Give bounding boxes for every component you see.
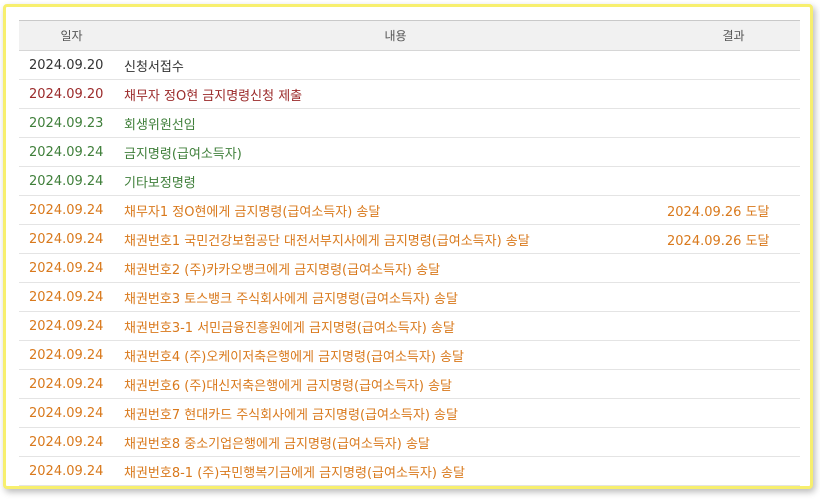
table-row: 2024.09.24 채무자1 정O현에게 금지명령(급여소득자) 송달 202… (19, 195, 800, 225)
row-content: 채권번호1 국민건강보험공단 대전서부지사에게 금지명령(급여소득자) 송달 (124, 224, 667, 254)
row-content: 채권번호3-1 서민금융진흥원에게 금지명령(급여소득자) 송달 (124, 311, 667, 341)
row-date: 2024.09.24 (19, 398, 124, 428)
row-content: 채권번호8-1 (주)국민행복기금에게 금지명령(급여소득자) 송달 (124, 456, 667, 486)
row-result (667, 456, 800, 486)
row-content: 채무자1 정O현에게 금지명령(급여소득자) 송달 (124, 195, 667, 225)
row-date: 2024.09.24 (19, 166, 124, 196)
table-row: 2024.09.20 신청서접수 (19, 50, 800, 80)
row-date: 2024.09.20 (19, 50, 124, 80)
row-date: 2024.09.24 (19, 195, 124, 225)
row-date: 2024.09.20 (19, 79, 124, 109)
row-content: 채권번호8 중소기업은행에게 금지명령(급여소득자) 송달 (124, 427, 667, 457)
table-row: 2024.09.24 채권번호8 중소기업은행에게 금지명령(급여소득자) 송달 (19, 427, 800, 457)
row-result (667, 369, 800, 399)
table-row: 2024.09.24 채권번호1 국민건강보험공단 대전서부지사에게 금지명령(… (19, 224, 800, 254)
case-progress-panel: 일자 내용 결과 2024.09.20 신청서접수 2024.09.20 채무자… (3, 4, 813, 489)
row-result (667, 282, 800, 312)
row-date: 2024.09.24 (19, 311, 124, 341)
table-row: 2024.09.24 채권번호8-1 (주)국민행복기금에게 금지명령(급여소득… (19, 456, 800, 486)
table-row: 2024.09.24 채권번호3 토스뱅크 주식회사에게 금지명령(급여소득자)… (19, 282, 800, 312)
row-date: 2024.09.24 (19, 456, 124, 486)
table-row: 2024.09.23 회생위원선임 (19, 108, 800, 138)
header-content: 내용 (124, 20, 667, 51)
table-row: 2024.09.24 채권번호7 현대카드 주식회사에게 금지명령(급여소득자)… (19, 398, 800, 428)
row-result (667, 398, 800, 428)
row-date: 2024.09.24 (19, 137, 124, 167)
row-content: 채권번호3 토스뱅크 주식회사에게 금지명령(급여소득자) 송달 (124, 282, 667, 312)
row-result (667, 50, 800, 80)
row-result: 2024.09.26 도달 (667, 195, 800, 225)
row-content: 금지명령(급여소득자) (124, 137, 667, 167)
row-result (667, 253, 800, 283)
row-result (667, 340, 800, 370)
row-content: 채권번호7 현대카드 주식회사에게 금지명령(급여소득자) 송달 (124, 398, 667, 428)
row-content: 채무자 정O현 금지명령신청 제출 (124, 79, 667, 109)
row-content: 신청서접수 (124, 50, 667, 80)
table-row: 2024.09.24 금지명령(급여소득자) (19, 137, 800, 167)
case-progress-table: 일자 내용 결과 2024.09.20 신청서접수 2024.09.20 채무자… (19, 20, 800, 486)
row-content: 채권번호2 (주)카카오뱅크에게 금지명령(급여소득자) 송달 (124, 253, 667, 283)
row-result (667, 79, 800, 109)
row-result (667, 166, 800, 196)
header-result: 결과 (667, 20, 800, 51)
table-row: 2024.09.24 채권번호4 (주)오케이저축은행에게 금지명령(급여소득자… (19, 340, 800, 370)
table-row: 2024.09.20 채무자 정O현 금지명령신청 제출 (19, 79, 800, 109)
row-result (667, 137, 800, 167)
row-date: 2024.09.24 (19, 427, 124, 457)
table-row: 2024.09.24 채권번호6 (주)대신저축은행에게 금지명령(급여소득자)… (19, 369, 800, 399)
row-result (667, 427, 800, 457)
row-date: 2024.09.24 (19, 369, 124, 399)
row-date: 2024.09.24 (19, 340, 124, 370)
row-date: 2024.09.24 (19, 282, 124, 312)
row-date: 2024.09.24 (19, 253, 124, 283)
table-row: 2024.09.24 채권번호3-1 서민금융진흥원에게 금지명령(급여소득자)… (19, 311, 800, 341)
row-content: 채권번호6 (주)대신저축은행에게 금지명령(급여소득자) 송달 (124, 369, 667, 399)
table-header-row: 일자 내용 결과 (19, 20, 800, 51)
row-date: 2024.09.23 (19, 108, 124, 138)
row-result (667, 311, 800, 341)
row-result: 2024.09.26 도달 (667, 224, 800, 254)
table-row: 2024.09.24 채권번호2 (주)카카오뱅크에게 금지명령(급여소득자) … (19, 253, 800, 283)
row-content: 기타보정명령 (124, 166, 667, 196)
row-result (667, 108, 800, 138)
row-date: 2024.09.24 (19, 224, 124, 254)
row-content: 채권번호4 (주)오케이저축은행에게 금지명령(급여소득자) 송달 (124, 340, 667, 370)
header-date: 일자 (19, 20, 124, 51)
table-row: 2024.09.24 기타보정명령 (19, 166, 800, 196)
row-content: 회생위원선임 (124, 108, 667, 138)
